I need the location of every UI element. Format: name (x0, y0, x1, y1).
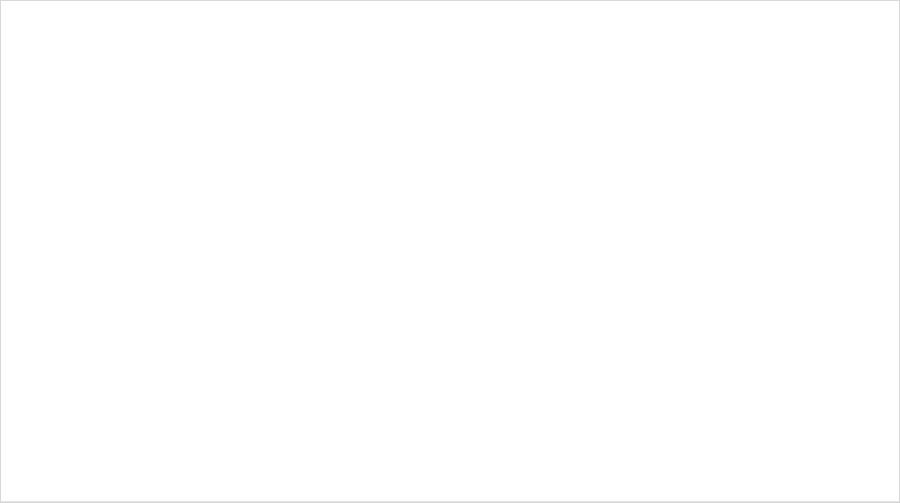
page-root (0, 0, 900, 503)
footer-divider (1, 501, 899, 502)
